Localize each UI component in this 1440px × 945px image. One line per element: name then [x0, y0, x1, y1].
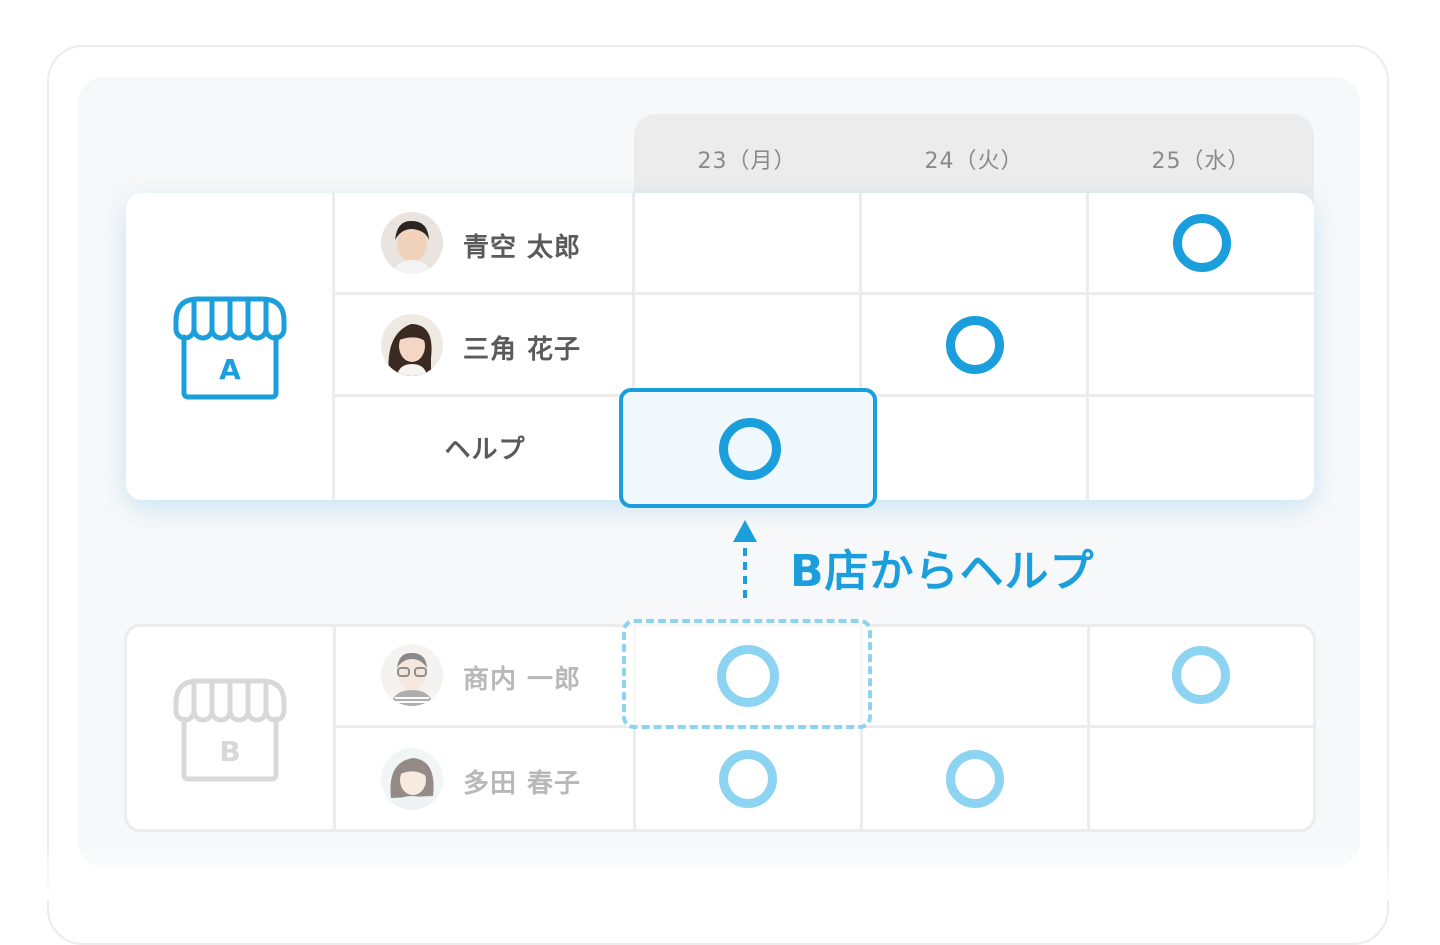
- shift-mark[interactable]: [946, 316, 1004, 374]
- date-column-3: 25（水）: [1151, 149, 1251, 174]
- avatar-shouuchi-ichiro: [381, 644, 443, 706]
- help-row-label: ヘルプ: [444, 435, 526, 465]
- staff-name: 多田 春子: [463, 769, 582, 799]
- store-a-icon: A: [170, 293, 290, 403]
- avatar-tada-haruko: [381, 748, 443, 810]
- help-callout: B店からヘルプ: [790, 546, 1095, 597]
- shift-mark[interactable]: [717, 645, 779, 707]
- store-b-icon: B: [170, 675, 290, 785]
- store-a-letter: A: [219, 353, 241, 386]
- store-b-letter: B: [219, 735, 240, 768]
- shift-mark[interactable]: [719, 418, 781, 480]
- shift-mark[interactable]: [1173, 214, 1231, 272]
- shift-mark[interactable]: [719, 750, 777, 808]
- shift-mark[interactable]: [946, 750, 1004, 808]
- staff-name: 三角 花子: [463, 335, 582, 365]
- staff-name: 商内 一郎: [463, 665, 582, 695]
- shift-mark[interactable]: [1172, 646, 1230, 704]
- bottom-fade: [0, 840, 1440, 900]
- avatar-aozora-taro: [381, 212, 443, 274]
- avatar-misumi-hanako: [381, 314, 443, 376]
- date-column-1: 23（月）: [697, 149, 797, 174]
- staff-name: 青空 太郎: [463, 233, 582, 263]
- date-column-2: 24（火）: [924, 149, 1024, 174]
- help-arrow: [730, 518, 760, 602]
